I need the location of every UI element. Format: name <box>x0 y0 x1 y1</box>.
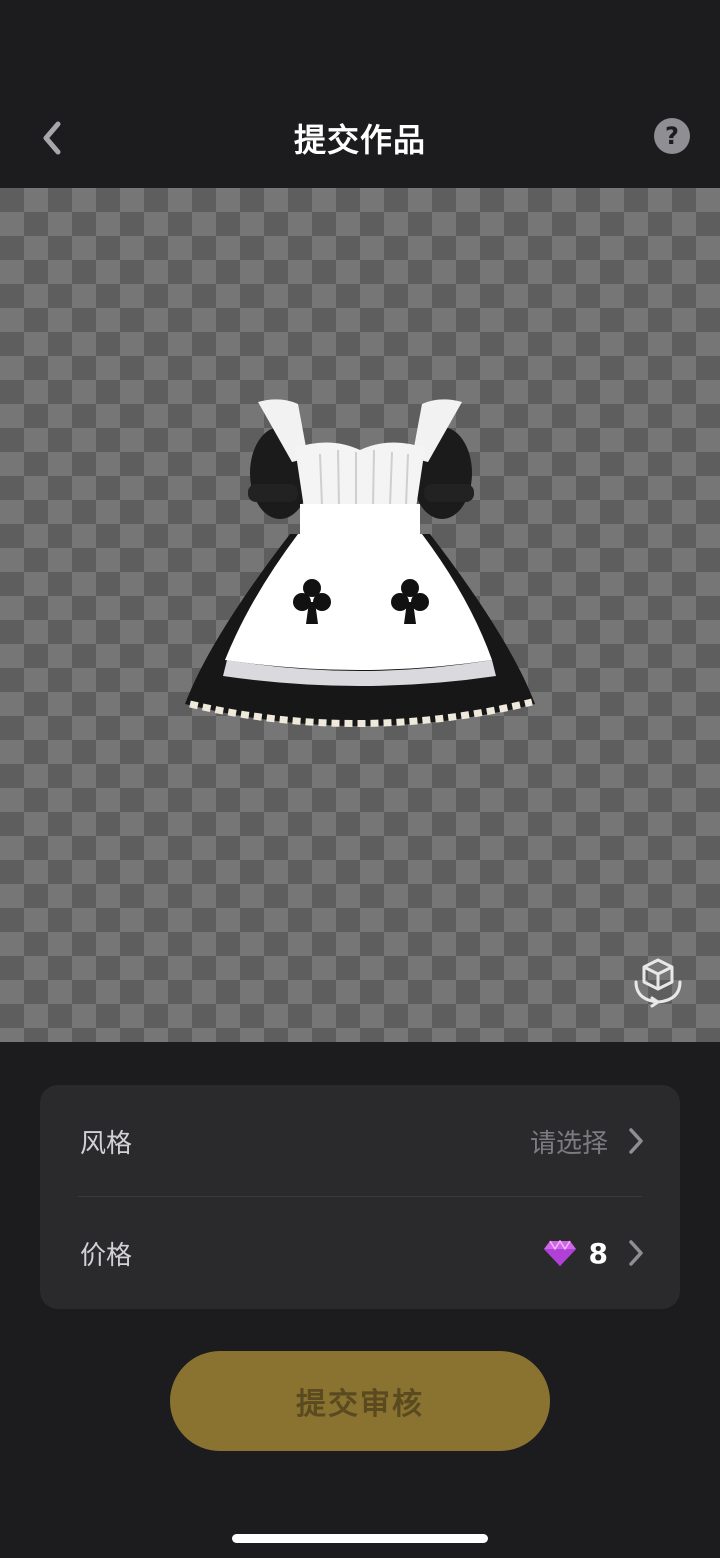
diamond-gem-icon <box>543 1239 576 1266</box>
price-label: 价格 <box>80 1240 133 1271</box>
submit-work-screen: 提交作品 ? 风格 请选择 价格 8 提交审核 <box>0 0 720 1558</box>
price-value: 8 <box>588 1236 608 1270</box>
style-value: 请选择 <box>529 1128 608 1159</box>
maid-dress-image <box>185 399 535 727</box>
help-button[interactable]: ? <box>654 118 690 154</box>
model-preview[interactable] <box>0 188 720 1042</box>
nav-header: 提交作品 ? <box>0 90 720 186</box>
style-label: 风格 <box>80 1128 133 1159</box>
3d-rotate-icon[interactable] <box>630 952 686 1008</box>
settings-card: 风格 请选择 价格 8 <box>40 1085 680 1309</box>
price-value-group: 8 <box>543 1197 608 1309</box>
chevron-right-icon <box>629 1240 643 1266</box>
chevron-right-icon <box>629 1128 643 1154</box>
price-row[interactable]: 价格 8 <box>40 1197 680 1309</box>
submit-review-button[interactable]: 提交审核 <box>170 1351 550 1451</box>
question-mark-icon: ? <box>665 122 679 150</box>
home-indicator[interactable] <box>232 1534 488 1543</box>
page-title: 提交作品 <box>293 121 426 159</box>
style-row[interactable]: 风格 请选择 <box>40 1085 680 1197</box>
